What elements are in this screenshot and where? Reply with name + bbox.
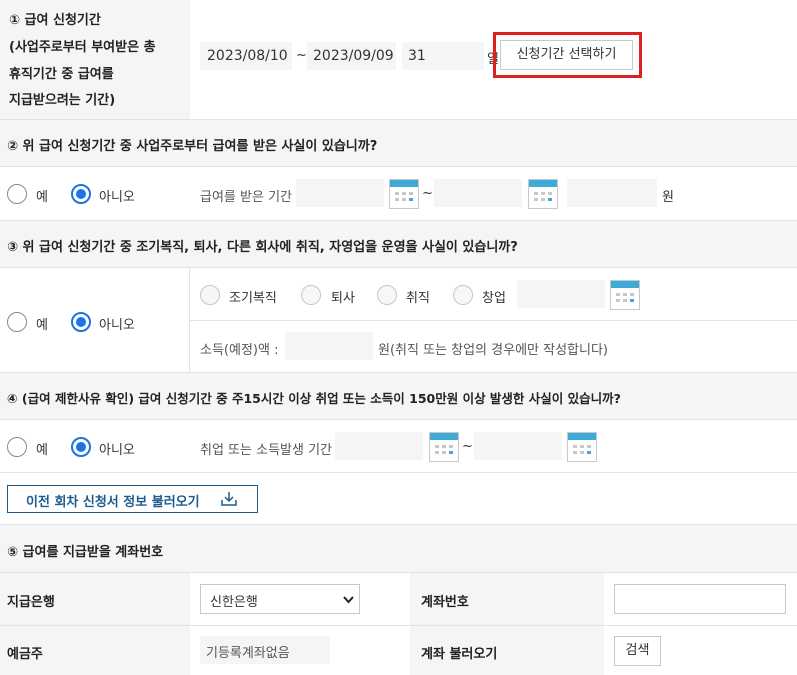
s2-period-label: 급여를 받은 기간 bbox=[200, 190, 292, 205]
s3-return-label: 조기복직 bbox=[229, 291, 277, 306]
s3-resign-label: 퇴사 bbox=[331, 291, 355, 306]
s4-period-label: 취업 또는 소득발생 기간 bbox=[200, 443, 332, 458]
s4-period-end-field[interactable] bbox=[474, 432, 562, 460]
s2-won-unit: 원 bbox=[662, 190, 674, 205]
s3-employ-label: 취직 bbox=[406, 291, 430, 306]
s3-resign-radio[interactable] bbox=[301, 285, 321, 305]
s3-yes-radio[interactable] bbox=[7, 312, 27, 332]
s2-amount-field[interactable] bbox=[567, 179, 657, 207]
s3-employ-radio[interactable] bbox=[377, 285, 397, 305]
divider bbox=[0, 166, 797, 167]
s2-tilde: ~ bbox=[422, 186, 433, 201]
s3-income-label: 소득(예정)액 : bbox=[200, 343, 279, 358]
s3-no-label: 아니오 bbox=[99, 318, 135, 333]
s3-startup-label: 창업 bbox=[482, 291, 506, 306]
s4-no-label: 아니오 bbox=[99, 443, 135, 458]
end-date-value: 2023/09/09 bbox=[313, 48, 394, 64]
chevron-down-icon bbox=[343, 596, 354, 604]
account-number-input[interactable] bbox=[614, 584, 786, 614]
s1-label-line-4: 지급받으려는 기간) bbox=[9, 93, 116, 108]
days-value: 31 bbox=[408, 48, 426, 64]
s2-period-start-field[interactable] bbox=[296, 179, 384, 207]
s1-label-line-2: (사업주로부터 부여받은 총 bbox=[9, 40, 156, 55]
s4-no-radio[interactable] bbox=[71, 437, 91, 457]
account-label: 계좌번호 bbox=[421, 595, 469, 610]
s2-period-end-field[interactable] bbox=[434, 179, 522, 207]
calendar-icon[interactable] bbox=[429, 432, 459, 462]
calendar-icon[interactable] bbox=[610, 280, 640, 310]
s5-title: ⑤ 급여를 지급받을 계좌번호 bbox=[7, 545, 164, 560]
load-account-label: 계좌 불러오기 bbox=[421, 647, 498, 662]
search-button[interactable]: 검색 bbox=[614, 636, 661, 666]
s3-income-note: 원(취직 또는 창업의 경우에만 작성합니다) bbox=[378, 343, 608, 358]
s3-startup-radio[interactable] bbox=[453, 285, 473, 305]
divider bbox=[0, 419, 797, 420]
s2-yes-radio[interactable] bbox=[7, 184, 27, 204]
s2-no-radio[interactable] bbox=[71, 184, 91, 204]
divider bbox=[0, 267, 797, 268]
bank-select[interactable]: 신한은행 bbox=[200, 584, 360, 614]
s3-income-field[interactable] bbox=[285, 332, 373, 360]
s2-no-label: 아니오 bbox=[99, 190, 135, 205]
start-date-value: 2023/08/10 bbox=[207, 48, 288, 64]
s1-label-line-1: ① 급여 신청기간 bbox=[9, 13, 101, 28]
divider bbox=[0, 472, 797, 473]
s4-tilde: ~ bbox=[462, 439, 473, 454]
load-previous-button[interactable]: 이전 회차 신청서 정보 불러오기 bbox=[7, 485, 258, 513]
s3-date-field[interactable] bbox=[517, 280, 605, 308]
s4-period-start-field[interactable] bbox=[335, 432, 423, 460]
select-period-button[interactable]: 신청기간 선택하기 bbox=[500, 40, 633, 70]
bank-select-value: 신한은행 bbox=[210, 595, 258, 610]
s3-return-radio[interactable] bbox=[200, 285, 220, 305]
holder-label: 예금주 bbox=[7, 647, 43, 662]
holder-value: 기등록계좌없음 bbox=[206, 646, 290, 661]
calendar-icon[interactable] bbox=[389, 179, 419, 209]
s1-label-line-3: 휴직기간 중 급여를 bbox=[9, 67, 114, 82]
s2-yes-label: 예 bbox=[36, 190, 48, 205]
s3-inner-divider bbox=[190, 320, 797, 321]
s3-question: ③ 위 급여 신청기간 중 조기복직, 퇴사, 다른 회사에 취직, 자영업을 … bbox=[7, 240, 518, 255]
s4-yes-radio[interactable] bbox=[7, 437, 27, 457]
s4-yes-label: 예 bbox=[36, 443, 48, 458]
calendar-icon[interactable] bbox=[528, 179, 558, 209]
calendar-icon[interactable] bbox=[567, 432, 597, 462]
s3-yes-label: 예 bbox=[36, 318, 48, 333]
date-range-tilde: ~ bbox=[296, 48, 307, 63]
bank-label: 지급은행 bbox=[7, 595, 55, 610]
s2-question: ② 위 급여 신청기간 중 사업주로부터 급여를 받은 사실이 있습니까? bbox=[7, 139, 378, 154]
s4-question: ④ (급여 제한사유 확인) 급여 신청기간 중 주15시간 이상 취업 또는 … bbox=[7, 391, 621, 406]
load-previous-label: 이전 회차 신청서 정보 불러오기 bbox=[26, 495, 200, 510]
s3-no-radio[interactable] bbox=[71, 312, 91, 332]
download-icon bbox=[221, 492, 237, 506]
